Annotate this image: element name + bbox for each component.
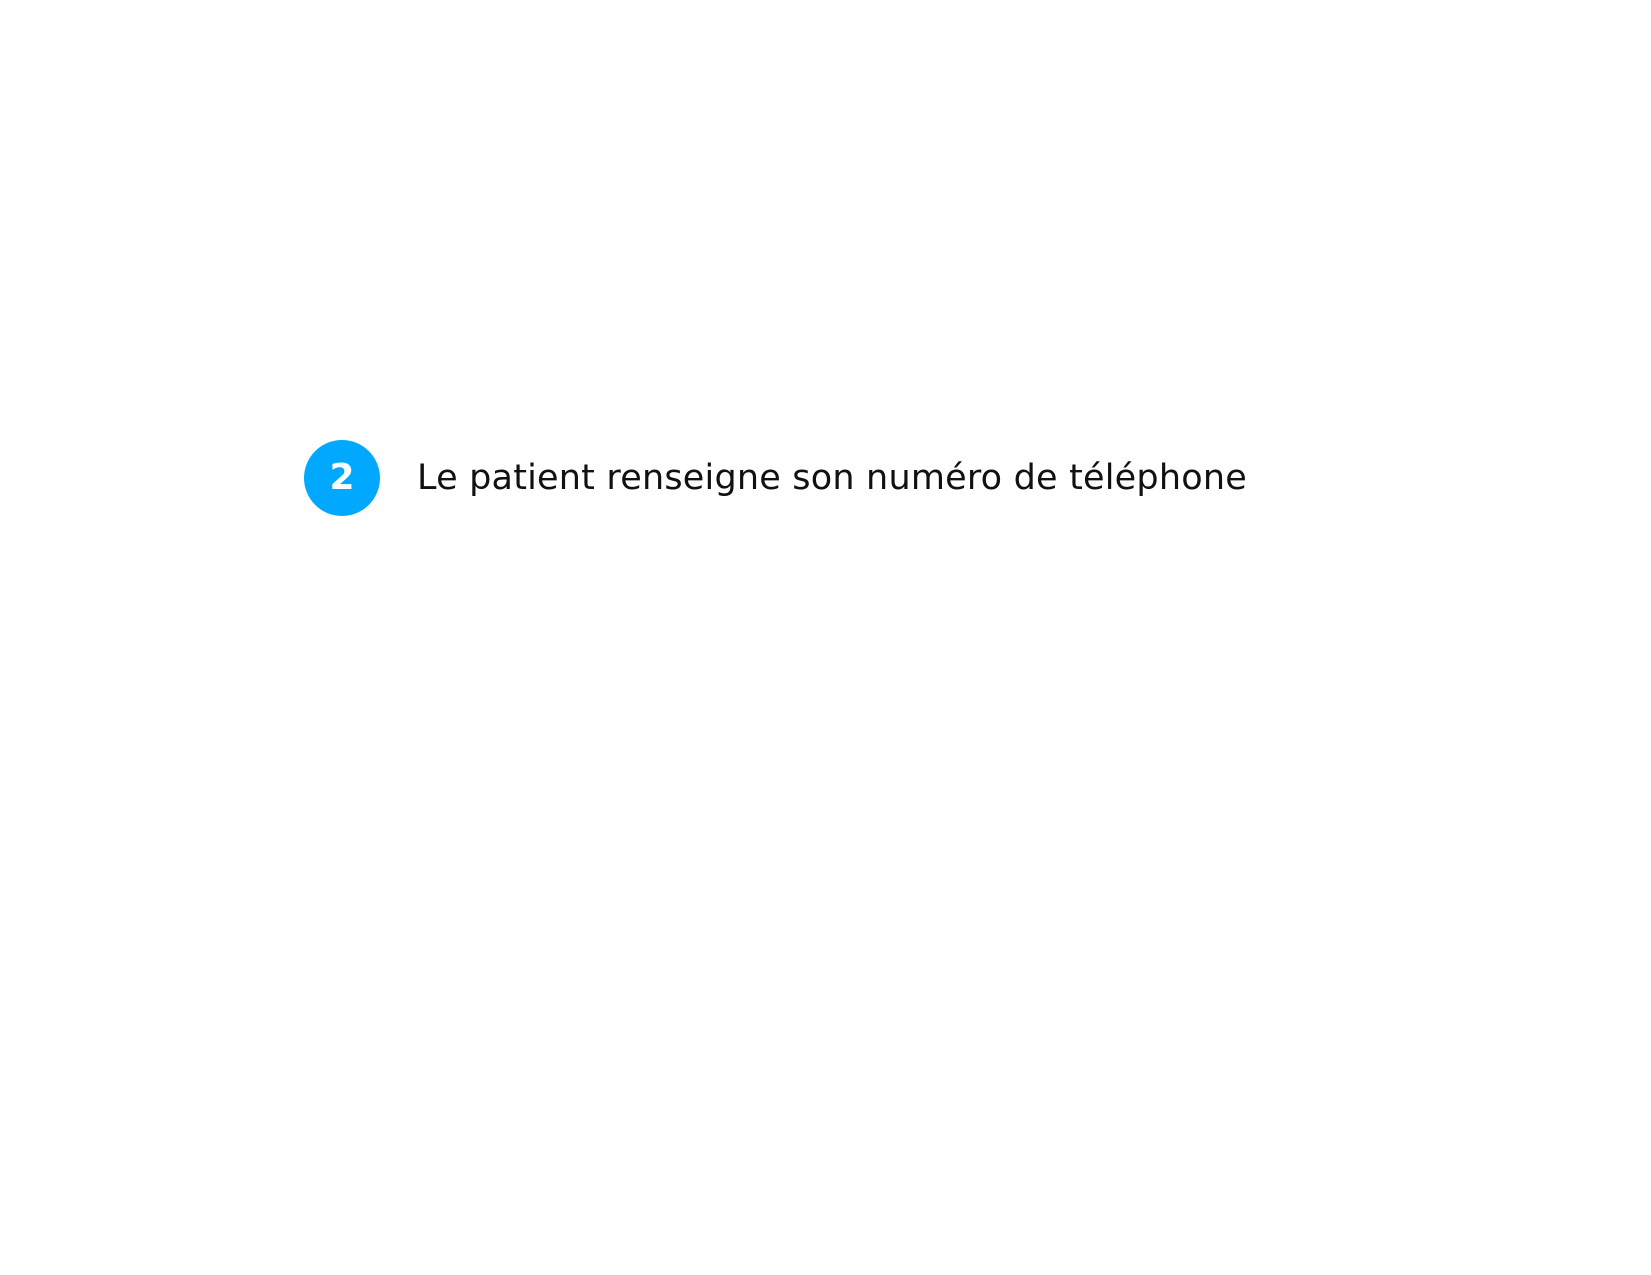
step-number-badge: 2 (304, 440, 380, 516)
step-description: Le patient renseigne son numéro de télép… (417, 457, 1247, 498)
page: { "step": { "number": "2", "text": "Le p… (0, 0, 1651, 1275)
step-item: 2 Le patient renseigne son numéro de tél… (304, 440, 1247, 516)
